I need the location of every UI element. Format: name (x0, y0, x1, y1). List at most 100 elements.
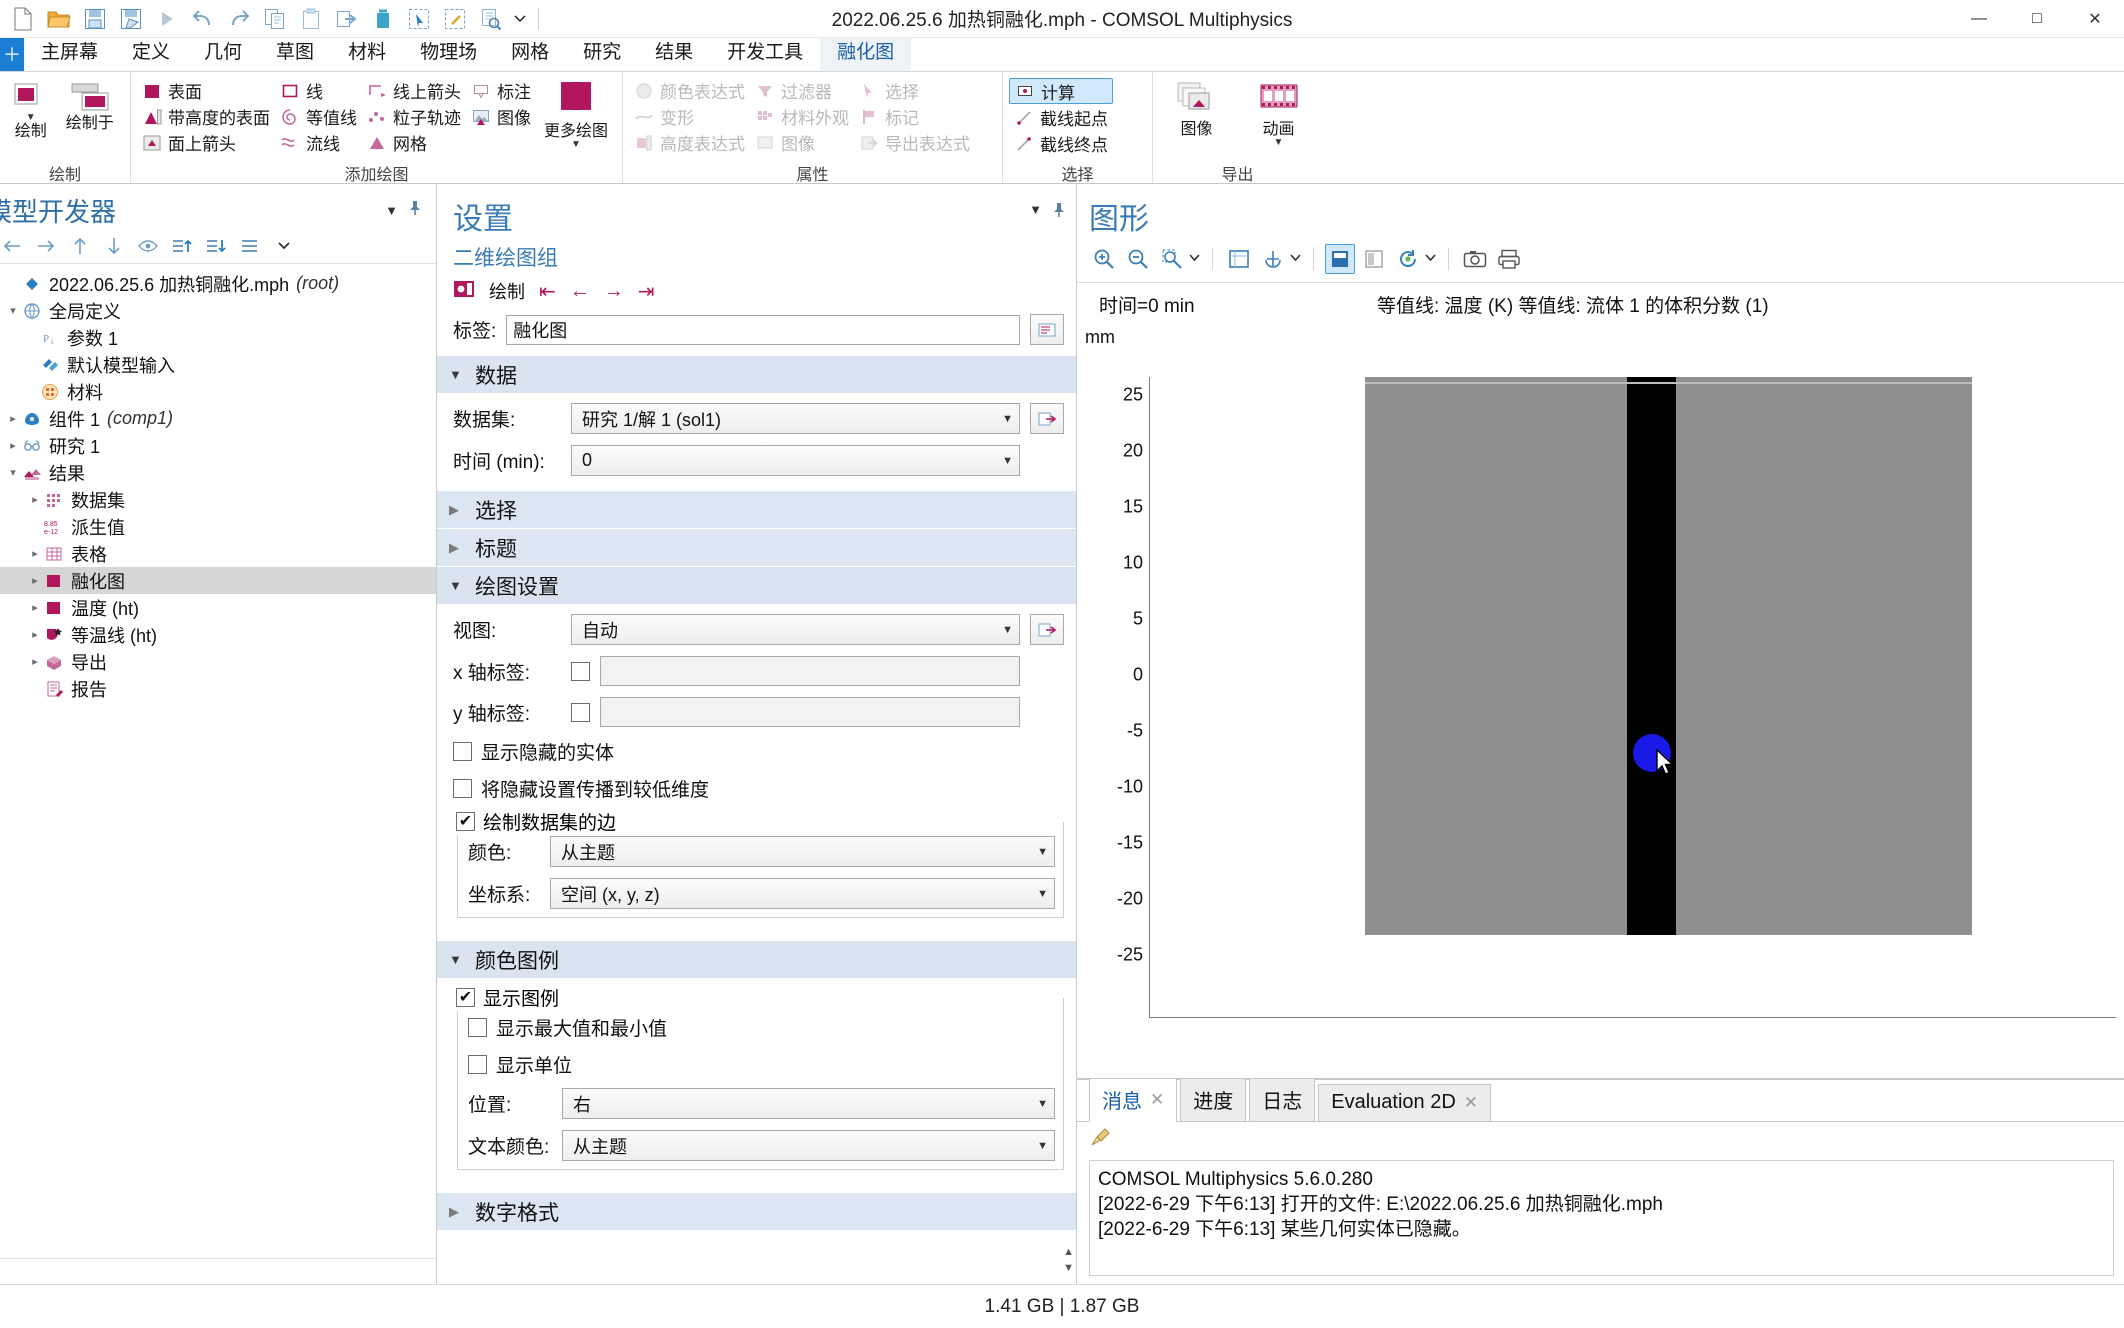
x-axis-label-input[interactable] (600, 656, 1020, 686)
zoom-extents-icon[interactable] (1224, 244, 1254, 274)
last-plot-icon[interactable]: ⇥ (638, 279, 655, 304)
copy-icon[interactable] (258, 4, 292, 34)
tab-evaluation-2d[interactable]: Evaluation 2D ✕ (1318, 1084, 1492, 1121)
tree-node-component[interactable]: ▸ 组件 1 (comp1) (0, 405, 436, 432)
section-selection[interactable]: ▶ 选择 (437, 490, 1076, 528)
legend-text-color-select[interactable]: 从主题 ▼ (562, 1130, 1055, 1161)
tree-node-isothermal-contours[interactable]: ▸ 等温线 (ht) (0, 621, 436, 648)
tree-node-study[interactable]: ▸ 研究 1 (0, 432, 436, 459)
add-surface-height-button[interactable]: 带高度的表面 (137, 104, 275, 129)
settings-collapse-icon[interactable]: ▼ (1029, 202, 1042, 223)
tab-messages[interactable]: 消息 ✕ (1089, 1078, 1178, 1122)
add-streamline-button[interactable]: 流线 (275, 130, 362, 155)
tree-node-report[interactable]: 报告 (0, 675, 436, 702)
marker-button[interactable]: 标记 (854, 104, 975, 129)
show-legend-checkbox[interactable] (456, 988, 475, 1007)
go-to-source-icon[interactable] (1030, 614, 1064, 645)
zoom-out-icon[interactable] (1123, 244, 1153, 274)
add-arrow-line-button[interactable]: 线上箭头 (362, 78, 466, 103)
tree-node-tables[interactable]: ▸ 表格 (0, 540, 436, 567)
plot-run-icon[interactable] (453, 279, 475, 304)
show-hide-icon[interactable] (136, 235, 160, 257)
broom-icon[interactable] (1089, 1126, 1113, 1155)
refresh-icon[interactable] (1393, 244, 1423, 274)
tree-node-root[interactable]: 2022.06.25.6 加热铜融化.mph (root) (0, 270, 436, 297)
messages-text[interactable]: COMSOL Multiphysics 5.6.0.280 [2022-6-29… (1089, 1160, 2114, 1276)
tree-node-default-model-inputs[interactable]: 默认模型输入 (0, 351, 436, 378)
export-expression-button[interactable]: 导出表达式 (854, 130, 975, 155)
tree-node-global-definitions[interactable]: ▾ 全局定义 (0, 297, 436, 324)
add-particle-trace-button[interactable]: 粒子轨迹 (362, 104, 466, 129)
show-hidden-entities-checkbox[interactable] (453, 742, 472, 761)
section-title[interactable]: ▶ 标题 (437, 528, 1076, 566)
tab-log[interactable]: 日志 (1249, 1078, 1316, 1121)
tree-node-melting-plot[interactable]: ▸ 融化图 (0, 567, 436, 594)
zoom-dropdown-icon[interactable] (1189, 253, 1201, 265)
dataset-select[interactable]: 研究 1/解 1 (sol1) ▼ (571, 403, 1020, 434)
twisty-expanded[interactable]: ▾ (4, 304, 22, 317)
first-plot-icon[interactable]: ⇤ (539, 279, 556, 304)
settings-scroll-arrows[interactable]: ▲ ▼ (1063, 1246, 1074, 1274)
y-axis-label-checkbox[interactable] (571, 702, 590, 722)
next-plot-icon[interactable]: → (604, 280, 624, 303)
transparency-dropdown-icon[interactable] (1290, 253, 1302, 265)
deformation-button[interactable]: 变形 (629, 104, 750, 129)
tree-node-derived-values[interactable]: 8.85 e-12 派生值 (0, 513, 436, 540)
twisty-expanded[interactable]: ▾ (4, 466, 22, 479)
tree-node-parameters[interactable]: Pi 参数 1 (0, 324, 436, 351)
transparency-icon[interactable] (1258, 244, 1288, 274)
previous-plot-icon[interactable]: ← (570, 280, 590, 303)
time-select[interactable]: 0 ▼ (571, 445, 1020, 476)
run-icon[interactable] (150, 4, 184, 34)
more-plots-button[interactable]: 更多绘图 ▼ (536, 76, 616, 149)
add-contour-button[interactable]: 等值线 (275, 104, 362, 129)
save-as-icon[interactable] (114, 4, 148, 34)
print-icon[interactable] (1494, 244, 1524, 274)
add-image-plot-button[interactable]: 图像 (466, 104, 536, 129)
save-icon[interactable] (78, 4, 112, 34)
minimize-button[interactable]: — (1950, 0, 2008, 38)
y-axis-label-input[interactable] (600, 697, 1020, 727)
add-annotation-button[interactable]: 标注 (466, 78, 536, 103)
twisty-collapsed[interactable]: ▸ (26, 601, 44, 614)
pin-icon[interactable] (408, 200, 422, 221)
rename-icon[interactable] (1030, 314, 1064, 345)
plot-area[interactable]: 时间=0 min 等值线: 温度 (K) 等值线: 流体 1 的体积分数 (1)… (1077, 283, 2124, 1078)
undo-icon[interactable] (186, 4, 220, 34)
delete-icon[interactable] (366, 4, 400, 34)
legend-position-select[interactable]: 右 ▼ (562, 1088, 1055, 1119)
redo-icon[interactable] (222, 4, 256, 34)
show-units-row[interactable]: 显示单位 (468, 1051, 1055, 1078)
show-legend-legend[interactable]: 显示图例 (456, 984, 568, 1011)
twisty-collapsed[interactable]: ▸ (26, 628, 44, 641)
selection-button[interactable]: 选择 (854, 78, 975, 103)
expand-all-icon[interactable] (170, 235, 194, 257)
twisty-collapsed[interactable]: ▸ (26, 574, 44, 587)
twisty-collapsed[interactable]: ▸ (26, 493, 44, 506)
plot-action-label[interactable]: 绘制 (489, 278, 525, 304)
tree-node-export[interactable]: ▸ 导出 (0, 648, 436, 675)
close-button[interactable]: ✕ (2066, 0, 2124, 38)
export-animation-button[interactable]: 动画 ▼ (1243, 76, 1315, 147)
show-hidden-entities-row[interactable]: 显示隐藏的实体 (453, 738, 1064, 765)
select-box-icon[interactable] (402, 4, 436, 34)
cutline-start-button[interactable]: 截线起点 (1009, 105, 1113, 130)
section-data[interactable]: ▼ 数据 (437, 355, 1076, 393)
tree-node-datasets[interactable]: ▸ 数据集 (0, 486, 436, 513)
duplicate-icon[interactable] (330, 4, 364, 34)
add-surface-button[interactable]: 表面 (137, 78, 275, 103)
export-image-button[interactable]: 图像 (1161, 76, 1233, 139)
zoom-in-icon[interactable] (1089, 244, 1119, 274)
twisty-collapsed[interactable]: ▸ (4, 412, 22, 425)
refresh-dropdown-icon[interactable] (1425, 253, 1437, 265)
plot-in-button[interactable]: 绘制于 (55, 76, 124, 133)
evaluate-button[interactable]: 计算 (1009, 78, 1113, 104)
maximize-button[interactable]: □ (2008, 0, 2066, 38)
collapse-all-icon[interactable] (204, 235, 228, 257)
select-all-icon[interactable] (1325, 244, 1355, 274)
section-number-format[interactable]: ▶ 数字格式 (437, 1192, 1076, 1230)
clear-selection-icon[interactable] (1359, 244, 1389, 274)
home-badge[interactable]: ＋ (0, 37, 24, 71)
add-mesh-button[interactable]: 网格 (362, 130, 466, 155)
model-builder-collapse-icon[interactable]: ▼ (385, 203, 398, 218)
